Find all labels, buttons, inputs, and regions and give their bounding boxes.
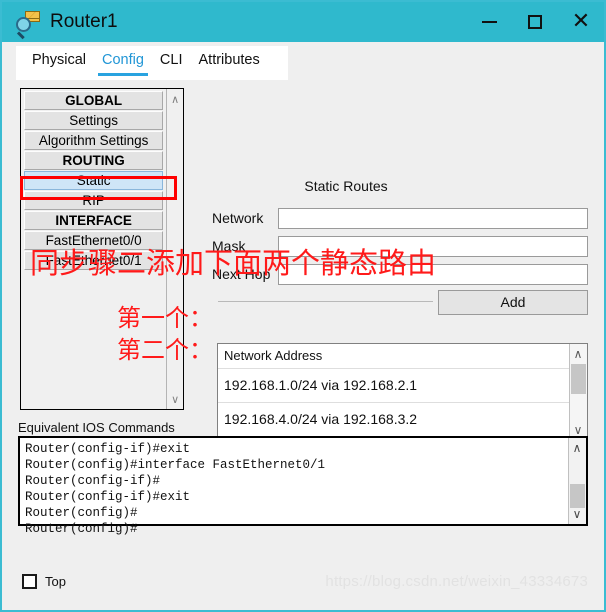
window-title: Router1 bbox=[50, 11, 118, 32]
sidebar-header-routing: ROUTING bbox=[24, 151, 164, 170]
route-list: Network Address 192.168.1.0/24 via 192.1… bbox=[217, 343, 588, 441]
next-hop-input[interactable] bbox=[278, 264, 588, 285]
next-hop-label: Next Hop bbox=[212, 266, 271, 282]
sidebar-item-algorithm-settings[interactable]: Algorithm Settings bbox=[24, 131, 164, 150]
route-list-header: Network Address bbox=[218, 344, 569, 368]
minimize-button[interactable] bbox=[466, 2, 512, 42]
chevron-up-icon[interactable]: ∧ bbox=[167, 91, 183, 107]
tab-bar: Physical Config CLI Attributes bbox=[16, 46, 288, 80]
network-label: Network bbox=[212, 210, 264, 226]
chevron-down-icon[interactable]: ∨ bbox=[569, 506, 585, 522]
sidebar-item-fastethernet0-0[interactable]: FastEthernet0/0 bbox=[24, 231, 164, 250]
sidebar-item-fastethernet0-1[interactable]: FastEthernet0/1 bbox=[24, 251, 164, 270]
sidebar-header-global: GLOBAL bbox=[24, 91, 164, 110]
router-config-window: Router1 ✕ Physical Config CLI Attributes… bbox=[0, 0, 606, 612]
mask-input[interactable] bbox=[278, 236, 588, 257]
title-bar: Router1 ✕ bbox=[2, 2, 604, 42]
tab-config[interactable]: Config bbox=[94, 46, 152, 76]
sidebar-item-settings[interactable]: Settings bbox=[24, 111, 164, 130]
sidebar-item-static[interactable]: Static bbox=[24, 171, 164, 190]
ios-commands-label: Equivalent IOS Commands bbox=[18, 420, 179, 435]
list-item[interactable]: 192.168.1.0/24 via 192.168.2.1 bbox=[218, 368, 569, 402]
scrollbar-thumb[interactable] bbox=[571, 364, 586, 394]
divider bbox=[218, 301, 433, 302]
add-button[interactable]: Add bbox=[438, 290, 588, 315]
top-checkbox-label: Top bbox=[45, 573, 66, 589]
chevron-down-icon[interactable]: ∨ bbox=[167, 391, 183, 407]
tab-attributes[interactable]: Attributes bbox=[191, 46, 268, 74]
config-panel: GLOBAL Settings Algorithm Settings ROUTI… bbox=[16, 80, 590, 596]
watermark: https://blog.csdn.net/weixin_43334673 bbox=[325, 573, 588, 590]
close-icon[interactable]: ✕ bbox=[558, 2, 604, 42]
mask-label: Mask bbox=[212, 238, 246, 254]
scrollbar-thumb[interactable] bbox=[570, 484, 585, 508]
tab-cli[interactable]: CLI bbox=[152, 46, 191, 74]
footer-bar: Top https://blog.csdn.net/weixin_4333467… bbox=[18, 568, 588, 594]
chevron-up-icon[interactable]: ∧ bbox=[569, 440, 585, 456]
route-list-inner: Network Address 192.168.1.0/24 via 192.1… bbox=[218, 344, 569, 440]
router-magnifier-icon bbox=[16, 10, 40, 40]
config-sidebar: GLOBAL Settings Algorithm Settings ROUTI… bbox=[20, 88, 184, 410]
chevron-up-icon[interactable]: ∧ bbox=[570, 346, 586, 362]
sidebar-item-rip[interactable]: RIP bbox=[24, 191, 164, 210]
network-input[interactable] bbox=[278, 208, 588, 229]
top-checkbox[interactable] bbox=[22, 573, 37, 589]
tab-physical[interactable]: Physical bbox=[24, 46, 94, 74]
window-controls: ✕ bbox=[466, 2, 604, 42]
ios-commands-text: Router(config-if)#exit Router(config)#in… bbox=[25, 442, 326, 536]
sidebar-header-interface: INTERFACE bbox=[24, 211, 164, 230]
ios-scrollbar[interactable]: ∧ ∨ bbox=[568, 438, 586, 524]
route-list-scrollbar[interactable]: ∧ ∨ bbox=[569, 344, 587, 440]
sidebar-list: GLOBAL Settings Algorithm Settings ROUTI… bbox=[21, 89, 165, 409]
list-item[interactable]: 192.168.4.0/24 via 192.168.3.2 bbox=[218, 402, 569, 436]
maximize-button[interactable] bbox=[512, 2, 558, 42]
sidebar-scrollbar[interactable]: ∧ ∨ bbox=[166, 89, 183, 409]
static-routes-title: Static Routes bbox=[304, 178, 388, 194]
ios-commands-box: Router(config-if)#exit Router(config)#in… bbox=[18, 436, 588, 536]
